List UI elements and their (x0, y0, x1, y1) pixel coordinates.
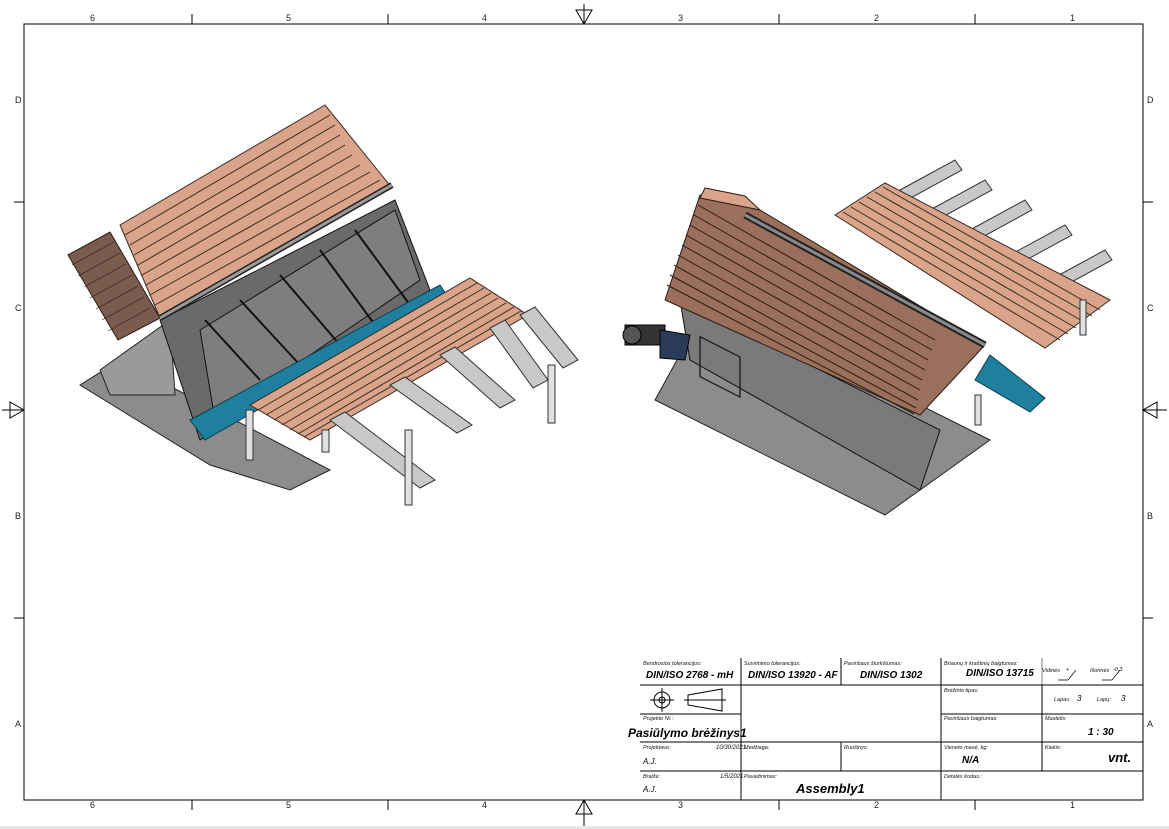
drawing-frame (2, 4, 1167, 826)
zone-col-bottom: 3 (678, 800, 684, 810)
zone-col-bottom: 1 (1070, 800, 1076, 810)
zone-row-left: B (15, 511, 22, 521)
drawing-type-label: Brėžinio tipas: (944, 688, 979, 694)
detail-code-label: Detalės kodas.: (944, 774, 982, 780)
roughness-label: Paviršiaus šiurkštumas: (844, 661, 902, 667)
zone-col-bottom: 2 (874, 800, 880, 810)
zone-col-bottom: 6 (90, 800, 96, 810)
zone-row-left: C (15, 303, 22, 313)
quantity-value: vnt. (1108, 750, 1132, 765)
designed-by-label: Projektavo: (643, 745, 671, 751)
blank-label: Ruošinys: (844, 745, 869, 751)
right-isometric-view (622, 159, 1113, 516)
external-label: Išorinės (1090, 668, 1110, 674)
zone-row-right: D (1147, 95, 1154, 105)
zone-col-bottom: 5 (286, 800, 292, 810)
projection-symbol-icon (650, 688, 726, 712)
sheet-label: Lapas: (1054, 697, 1071, 703)
drawing-sheet: 6 5 4 3 2 1 6 5 4 3 2 1 D C B A D C B A … (0, 0, 1169, 829)
edge-finish-value: DIN/ISO 13715 (966, 668, 1034, 679)
left-isometric-view (67, 104, 579, 506)
sheets-value: 3 (1121, 694, 1126, 703)
general-tolerance-value: DIN/ISO 2768 - mH (646, 670, 734, 681)
surface-finish-label: Paviršiaus baigtumas: (944, 716, 998, 722)
designed-by-value: A.J. (643, 757, 657, 766)
weld-tolerance-label: Suvirinimo tolerancijos: (744, 661, 801, 667)
zone-row-left: D (15, 95, 22, 105)
designed-date: 10/30/2021 (716, 745, 747, 751)
scale-label: Mastelis: (1045, 716, 1067, 722)
zone-col-top: 3 (678, 13, 684, 23)
material-label: Medžiaga: (744, 745, 770, 751)
external-value: -0,3 (1113, 667, 1123, 673)
assembly-name: Assembly1 (796, 781, 865, 796)
unit-mass-label: Vieneto masė, kg: (944, 745, 988, 751)
zone-row-right: C (1147, 303, 1154, 313)
internal-label: Vidinės (1042, 668, 1060, 674)
zone-row-right: A (1147, 719, 1154, 729)
zone-col-top: 4 (482, 13, 488, 23)
zone-col-bottom: 4 (482, 800, 488, 810)
general-tolerance-label: Bendrosios tolerancijos: (643, 661, 702, 667)
internal-value: + (1066, 667, 1070, 673)
scale-value: 1 : 30 (1088, 727, 1114, 738)
project-number-label: Projekto Nr.: (643, 716, 674, 722)
zone-col-top: 6 (90, 13, 96, 23)
roughness-value: DIN/ISO 1302 (860, 670, 923, 681)
unit-mass-value: N/A (962, 755, 980, 766)
weld-tolerance-value: DIN/ISO 13920 - AF (748, 670, 838, 681)
zone-col-top: 1 (1070, 13, 1076, 23)
zone-col-top: 5 (286, 13, 292, 23)
project-name: Pasiūlymo brėžinys1 (628, 726, 747, 740)
sheet-value: 3 (1077, 694, 1082, 703)
sheets-label: Lapų: (1097, 697, 1111, 703)
zone-row-right: B (1147, 511, 1154, 521)
zone-col-top: 2 (874, 13, 880, 23)
drawn-by-value: A.J. (643, 785, 657, 794)
name-label: Pavadinimas: (744, 774, 778, 780)
drawn-date: 1/5/2021 (720, 774, 744, 780)
drawn-by-label: Braižė: (643, 774, 661, 780)
quantity-label: Kiekis: (1045, 745, 1062, 751)
edge-finish-label: Briaunų ir kraštinių baigtumas: (944, 661, 1018, 667)
zone-row-left: A (15, 719, 22, 729)
